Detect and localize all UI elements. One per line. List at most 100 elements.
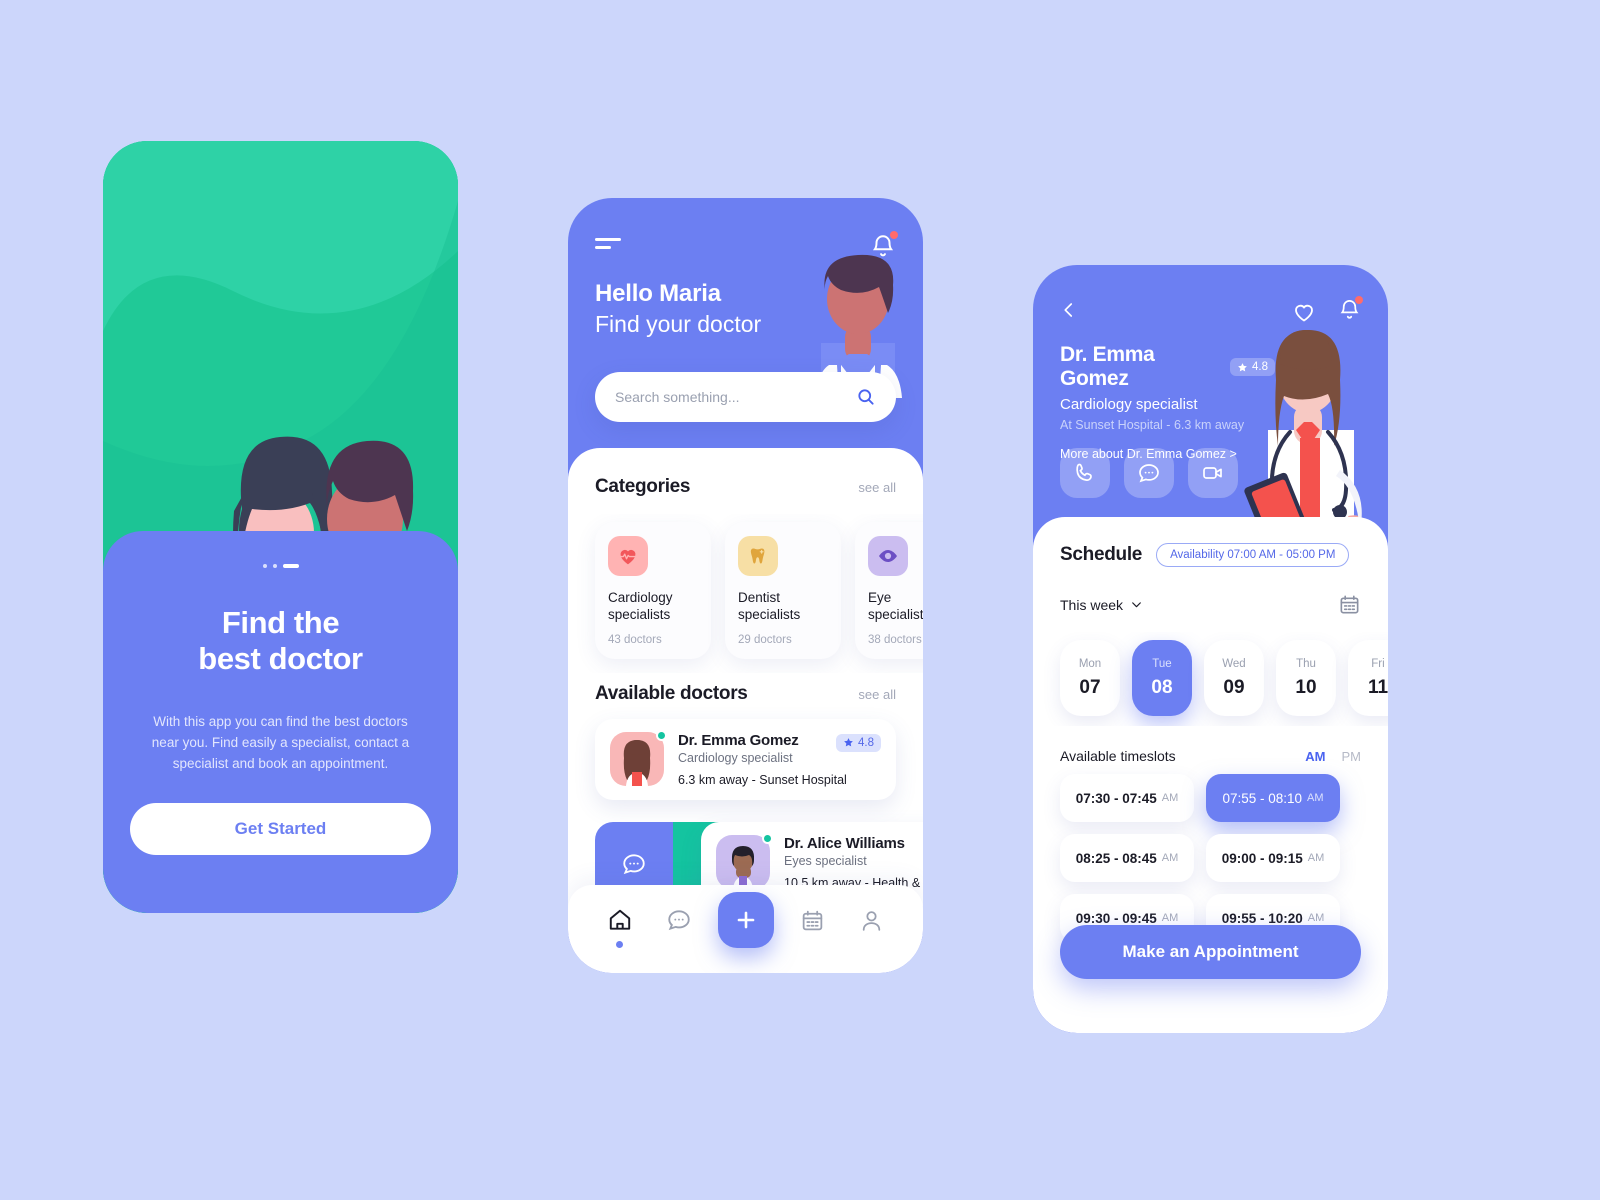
doctor-name: Dr. Emma Gomez — [1060, 343, 1155, 390]
title-line-1: Find the — [221, 605, 340, 640]
search-bar[interactable] — [595, 372, 896, 422]
contact-actions — [1060, 448, 1238, 498]
meridiem-toggle[interactable]: AM PM — [1305, 749, 1361, 764]
online-indicator — [656, 729, 667, 741]
message-button[interactable] — [1124, 448, 1174, 498]
home-content: Categories see all Cardiology specialist… — [568, 448, 923, 973]
week-selector-row: This week — [1033, 593, 1388, 616]
greeting-name: Hello Maria — [595, 280, 721, 307]
home-icon — [609, 909, 630, 930]
day-name: Wed — [1222, 657, 1246, 670]
category-count: 43 doctors — [608, 633, 662, 646]
phone-onboarding: Find the best doctor With this app you c… — [103, 141, 458, 913]
get-started-button[interactable]: Get Started — [130, 803, 431, 855]
add-button[interactable] — [717, 892, 774, 948]
status-badge: 4.8 — [1230, 358, 1275, 376]
day-number: 09 — [1223, 676, 1245, 698]
day-chip-tue[interactable]: Tue 08 — [1132, 640, 1192, 716]
search-icon[interactable] — [856, 387, 876, 407]
timeslot-time: 07:30 - 07:45 — [1075, 790, 1157, 806]
category-label-line2: specialists — [868, 607, 923, 623]
tab-chat[interactable] — [659, 900, 699, 940]
week-label: This week — [1060, 596, 1124, 613]
greeting-subtitle: Find your doctor — [595, 311, 762, 337]
day-name: Tue — [1152, 657, 1172, 670]
tab-calendar[interactable] — [793, 900, 833, 940]
meridiem-am[interactable]: AM — [1305, 749, 1325, 764]
timeslot-grid[interactable]: 07:30 - 07:45 AM 07:55 - 08:10 AM 08:25 … — [1033, 764, 1388, 942]
categories-see-all[interactable]: see all — [858, 480, 896, 495]
tab-home[interactable] — [600, 900, 640, 948]
timeslot-meridiem: AM — [1307, 792, 1324, 804]
phone-home: Hello Maria Find your doctor Categories … — [568, 198, 923, 973]
categories-list[interactable]: Cardiology specialists 43 doctors Dentis… — [568, 514, 923, 673]
timeslot-chip[interactable]: 09:00 - 09:15 AM — [1206, 834, 1340, 882]
online-indicator — [762, 832, 773, 844]
hamburger-icon[interactable] — [595, 238, 621, 254]
day-name: Thu — [1296, 657, 1316, 670]
star-icon — [1238, 362, 1247, 371]
timeslot-chip[interactable]: 07:55 - 08:10 AM — [1206, 774, 1340, 822]
star-icon — [844, 738, 853, 747]
categories-header: Categories see all — [568, 476, 923, 498]
greeting-block: Hello Maria Find your doctor — [595, 280, 761, 338]
available-see-all[interactable]: see all — [858, 687, 896, 702]
call-button[interactable] — [1060, 448, 1110, 498]
calendar-icon[interactable] — [1338, 593, 1361, 616]
day-number: 08 — [1151, 676, 1173, 698]
category-card-eye[interactable]: Eye specialists 38 doctors — [855, 522, 923, 659]
timeslot-meridiem: AM — [1161, 792, 1179, 804]
video-icon — [1203, 467, 1222, 479]
search-input[interactable] — [615, 389, 856, 405]
chat-icon — [623, 853, 645, 874]
table-row[interactable]: Dr. Emma Gomez Cardiology specialist 6.3… — [595, 718, 896, 800]
doctor-name: Dr. Emma Gomez — [678, 731, 799, 749]
day-chip-fri[interactable]: Fri 11 — [1348, 640, 1388, 716]
category-label-line1: Eye — [868, 590, 892, 605]
timeslot-time: 08:25 - 08:45 — [1075, 850, 1157, 866]
day-chip-mon[interactable]: Mon 07 — [1060, 640, 1120, 716]
day-selector[interactable]: Mon 07 Tue 08 Wed 09 Thu 10 Fri 11 — [1033, 632, 1388, 726]
meridiem-pm[interactable]: PM — [1342, 749, 1362, 764]
category-count: 38 doctors — [868, 633, 922, 646]
day-chip-wed[interactable]: Wed 09 — [1204, 640, 1264, 716]
make-appointment-button[interactable]: Make an Appointment — [1060, 925, 1361, 979]
notification-dot — [1355, 296, 1363, 304]
category-count: 29 doctors — [738, 633, 792, 646]
timeslot-chip[interactable]: 07:30 - 07:45 AM — [1060, 774, 1194, 822]
timeslot-time: 07:55 - 08:10 — [1222, 790, 1303, 806]
category-card-cardiology[interactable]: Cardiology specialists 43 doctors — [595, 522, 711, 659]
categories-title: Categories — [595, 476, 691, 497]
timeslot-chip[interactable]: 08:25 - 08:45 AM — [1060, 834, 1194, 882]
video-call-button[interactable] — [1188, 448, 1238, 498]
phone-doctor-detail: Dr. Emma Gomez 4.8 Cardiology specialist… — [1033, 265, 1388, 1033]
schedule-title: Schedule — [1060, 544, 1143, 565]
tab-profile[interactable] — [852, 900, 892, 940]
active-tab-dot — [616, 941, 623, 948]
avatar-wrap — [716, 832, 773, 893]
doctor-name-row: Dr. Emma Gomez 4.8 — [1060, 343, 1275, 391]
page-title: Find the best doctor — [137, 605, 424, 676]
day-number: 11 — [1367, 676, 1388, 698]
timeslot-time: 09:55 - 10:20 — [1221, 910, 1303, 926]
timeslot-meridiem: AM — [1307, 852, 1325, 864]
back-chevron-icon[interactable] — [1060, 297, 1078, 323]
phone-icon — [1076, 463, 1092, 481]
rating-value: 4.8 — [1252, 361, 1268, 373]
doctor-specialty: Cardiology specialist — [1060, 396, 1198, 413]
doctor-location: 6.3 km away - Sunset Hospital — [678, 772, 847, 787]
timeslot-time: 09:30 - 09:45 — [1075, 910, 1157, 926]
title-line-2: best doctor — [198, 640, 363, 676]
week-dropdown[interactable]: This week — [1060, 597, 1143, 613]
chat-icon — [1139, 464, 1159, 483]
doctor-info: Dr. Emma Gomez Cardiology specialist 6.3… — [678, 732, 847, 787]
screens-canvas: Find the best doctor With this app you c… — [0, 0, 1600, 1200]
doctor-specialty: Eyes specialist — [784, 853, 867, 868]
heartbeat-icon — [608, 536, 648, 576]
day-chip-thu[interactable]: Thu 10 — [1276, 640, 1336, 716]
plus-icon — [737, 911, 754, 929]
category-card-dentist[interactable]: Dentist specialists 29 doctors — [725, 522, 841, 659]
day-number: 07 — [1079, 676, 1101, 698]
avatar-wrap — [610, 729, 667, 787]
pagination-dots[interactable] — [137, 559, 424, 573]
